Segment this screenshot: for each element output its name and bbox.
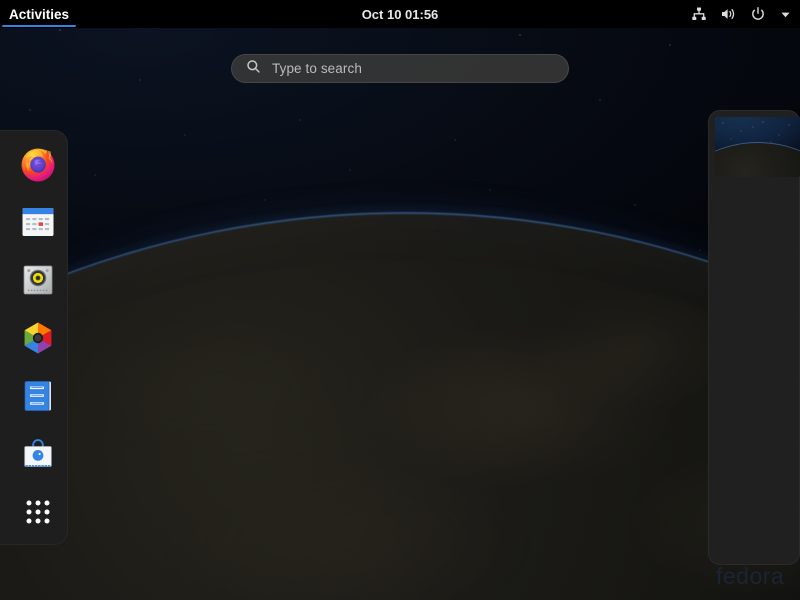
search-input[interactable]: Type to search (231, 54, 569, 83)
text-editor-icon (24, 381, 51, 411)
dock-item-photos[interactable] (19, 319, 57, 357)
power-icon[interactable] (750, 6, 766, 22)
dock-item-rhythmbox[interactable] (19, 261, 57, 299)
clock-label[interactable]: Oct 10 01:56 (362, 7, 439, 22)
workspace-thumbnail-1[interactable] (715, 117, 800, 177)
clock-area: Oct 10 01:56 (0, 0, 800, 28)
workspace-thumbnail-preview (715, 117, 800, 177)
software-icon (24, 439, 52, 467)
show-applications-button[interactable] (19, 493, 57, 531)
volume-icon[interactable] (720, 6, 737, 22)
activities-button[interactable]: Activities (0, 0, 79, 28)
chevron-down-icon[interactable] (779, 8, 792, 21)
desktop-overview[interactable] (0, 0, 800, 600)
status-menu-button[interactable] (691, 0, 792, 28)
network-wired-icon[interactable] (691, 6, 707, 22)
search-placeholder: Type to search (272, 61, 362, 76)
fedora-watermark: fedora (716, 563, 785, 589)
app-grid-icon (26, 500, 50, 524)
workspace-thumbnail-limb (715, 142, 800, 177)
search-icon (246, 59, 261, 79)
rhythmbox-icon (23, 265, 53, 295)
workspace-thumbnails-panel (708, 110, 800, 565)
dock-item-software[interactable] (19, 435, 57, 473)
top-bar: Activities Oct 10 01:56 (0, 0, 800, 28)
calendar-icon (22, 208, 54, 236)
dock-item-calendar[interactable] (19, 203, 57, 241)
dash-dock (0, 130, 68, 545)
overview-dim-scrim (0, 0, 800, 600)
photos-icon (24, 322, 52, 354)
firefox-icon (21, 148, 55, 182)
dock-item-firefox[interactable] (19, 145, 57, 183)
dock-item-text-editor[interactable] (19, 377, 57, 415)
